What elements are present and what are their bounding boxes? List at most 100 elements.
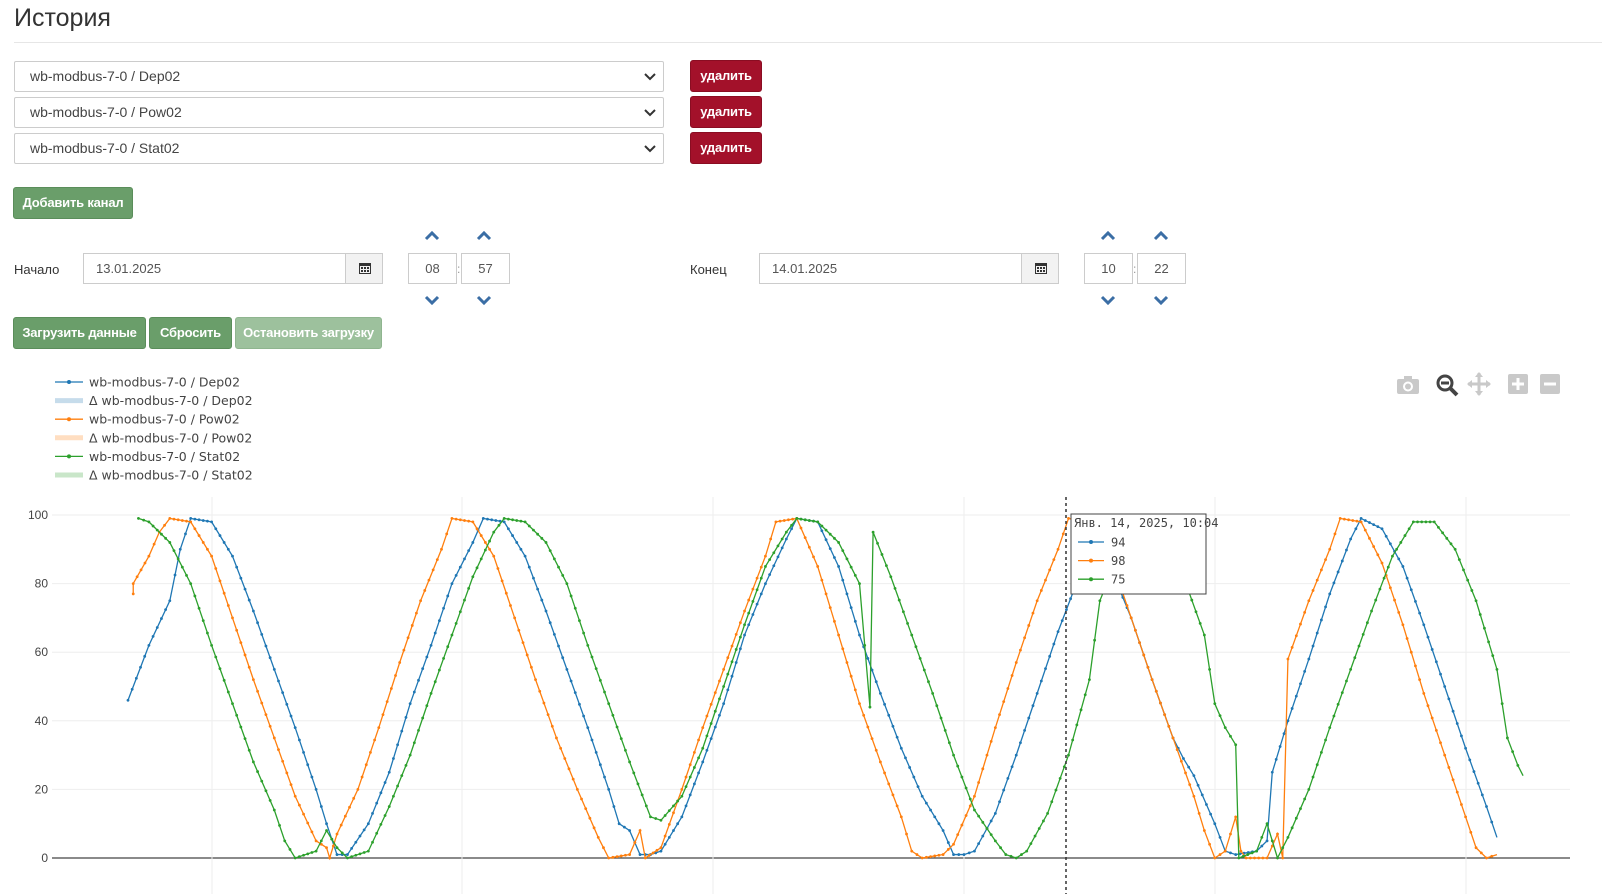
chart-toolbar[interactable] xyxy=(1397,372,1560,397)
end-minute-input[interactable]: 22 xyxy=(1137,253,1186,284)
series-point xyxy=(490,518,494,522)
series-point xyxy=(891,793,895,797)
series-point xyxy=(853,688,857,692)
series-point xyxy=(655,848,659,852)
series-point xyxy=(692,766,696,769)
start-hour-input[interactable]: 08 xyxy=(408,253,457,284)
series-point xyxy=(1355,519,1359,523)
series-point xyxy=(131,592,135,596)
series-point xyxy=(310,775,314,779)
series-point xyxy=(272,808,276,812)
hour-up-icon[interactable] xyxy=(424,231,440,241)
add-channel-button[interactable]: Добавить канал xyxy=(13,187,133,219)
series-point xyxy=(532,576,535,580)
end-calendar-button[interactable] xyxy=(1021,253,1059,284)
hour-down-icon[interactable] xyxy=(1100,295,1116,305)
chart-legend[interactable]: wb-modbus-7-0 / Dep02 Δ wb-modbus-7-0 / D… xyxy=(55,375,253,483)
legend-item[interactable]: wb-modbus-7-0 / Pow02 xyxy=(89,412,240,427)
series-point xyxy=(561,573,565,577)
legend-item[interactable]: Δ wb-modbus-7-0 / Dep02 xyxy=(89,393,253,408)
series-point xyxy=(780,537,784,541)
minute-up-icon[interactable] xyxy=(476,231,492,241)
series-point xyxy=(776,555,780,559)
series-point xyxy=(1133,628,1137,632)
delete-channel-button[interactable]: удалить xyxy=(690,60,762,92)
series-point xyxy=(515,541,519,544)
series-point xyxy=(1004,853,1008,856)
legend-item[interactable]: wb-modbus-7-0 / Stat02 xyxy=(89,449,240,464)
series-point xyxy=(360,775,364,779)
series-point xyxy=(268,724,272,728)
delete-channel-button[interactable]: удалить xyxy=(690,132,762,164)
minute-down-icon[interactable] xyxy=(1153,295,1169,305)
end-date-input[interactable]: 14.01.2025 xyxy=(759,253,1023,284)
series-point xyxy=(346,853,349,856)
start-minute-input[interactable]: 57 xyxy=(461,253,510,284)
hour-up-icon[interactable] xyxy=(1100,231,1116,241)
delete-channel-button[interactable]: удалить xyxy=(690,96,762,128)
series-point xyxy=(833,536,836,540)
start-date-input[interactable]: 13.01.2025 xyxy=(83,253,347,284)
series-point xyxy=(941,829,945,832)
series-point xyxy=(185,519,188,523)
series-point xyxy=(922,668,926,672)
series-point xyxy=(1020,853,1023,856)
zoom-in-icon[interactable] xyxy=(1508,374,1528,394)
pan-icon[interactable] xyxy=(1467,372,1491,396)
series-point xyxy=(667,822,671,826)
legend-item[interactable]: Δ wb-modbus-7-0 / Stat02 xyxy=(89,468,253,483)
series-point xyxy=(1257,856,1261,860)
channel-select-3[interactable]: wb-modbus-7-0 / Stat02 xyxy=(14,133,664,164)
series-point xyxy=(1370,609,1373,613)
series-point xyxy=(1006,777,1010,780)
series-point xyxy=(998,800,1001,804)
channel-select-1[interactable]: wb-modbus-7-0 / Dep02 xyxy=(14,61,664,92)
series-point xyxy=(272,667,276,671)
series-point xyxy=(427,578,431,582)
series-point xyxy=(544,541,548,544)
series-point xyxy=(1451,709,1455,713)
series-point xyxy=(226,547,230,551)
series-point xyxy=(1019,741,1022,745)
zoom-out-icon[interactable] xyxy=(1540,374,1560,394)
series-point xyxy=(709,702,713,706)
series-point xyxy=(429,643,433,647)
start-calendar-button[interactable] xyxy=(345,253,383,284)
camera-icon[interactable] xyxy=(1397,376,1419,394)
history-chart[interactable]: 0 20 40 60 80 100 wb-modbus-7-0 / Dep02 Δ wb-m… xyxy=(0,360,1602,894)
series-point xyxy=(527,565,531,569)
channel-select-2[interactable]: wb-modbus-7-0 / Pow02 xyxy=(14,97,664,128)
series-point xyxy=(1495,667,1499,671)
series-point xyxy=(1286,657,1290,661)
series-point xyxy=(1478,613,1482,616)
series-point xyxy=(615,725,619,729)
series-point xyxy=(899,815,903,819)
series-point xyxy=(1443,685,1447,688)
series-point xyxy=(1487,640,1490,644)
reset-button[interactable]: Сбросить xyxy=(149,317,232,349)
series-point xyxy=(1374,598,1378,602)
load-data-button[interactable]: Загрузить данные xyxy=(13,317,146,349)
hour-down-icon[interactable] xyxy=(424,295,440,305)
stop-loading-button[interactable]: Остановить загрузку xyxy=(235,317,382,349)
series-point xyxy=(400,774,404,778)
series-point xyxy=(659,818,663,822)
series-point xyxy=(247,748,251,752)
legend-item[interactable]: wb-modbus-7-0 / Dep02 xyxy=(89,375,240,390)
minute-up-icon[interactable] xyxy=(1153,231,1169,241)
series-point xyxy=(776,544,780,548)
series-point xyxy=(235,565,239,569)
zoom-icon[interactable] xyxy=(1436,374,1459,397)
series-point xyxy=(178,547,182,551)
series-point xyxy=(906,621,909,625)
series-point xyxy=(772,564,776,568)
series-point xyxy=(697,738,700,742)
series-point xyxy=(632,771,636,775)
series-point xyxy=(939,716,943,720)
tooltip-marker xyxy=(1089,577,1093,582)
series-point xyxy=(663,834,667,838)
series-point xyxy=(497,523,501,527)
legend-item[interactable]: Δ wb-modbus-7-0 / Pow02 xyxy=(89,430,252,445)
end-hour-input[interactable]: 10 xyxy=(1084,253,1133,284)
minute-down-icon[interactable] xyxy=(476,295,492,305)
